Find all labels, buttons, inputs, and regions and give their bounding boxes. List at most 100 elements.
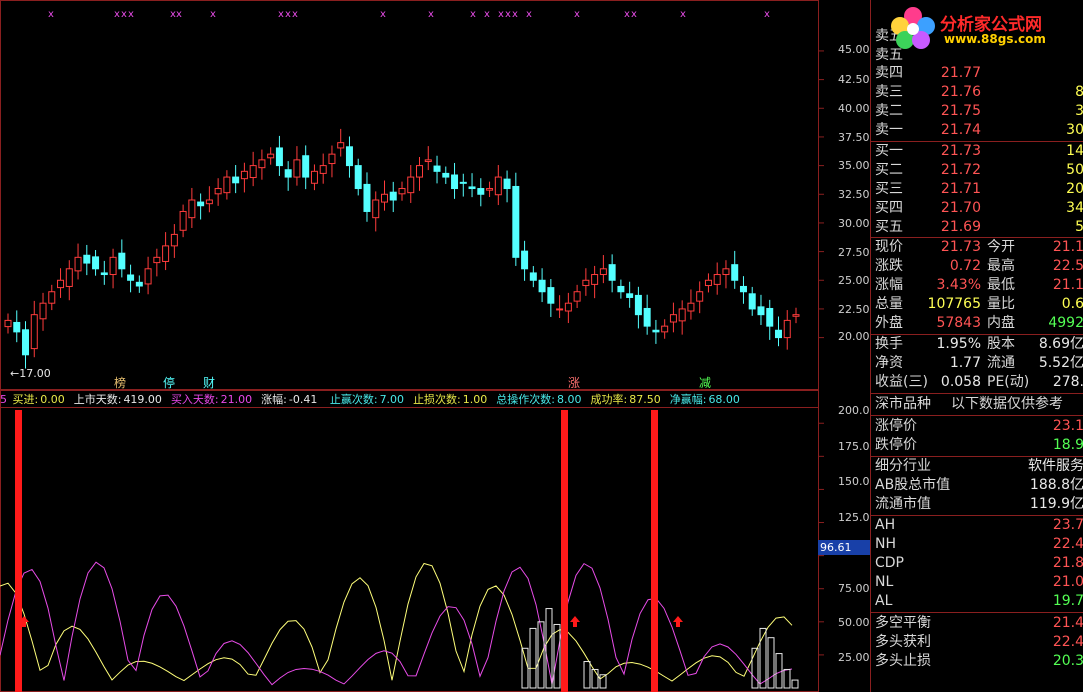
info-mark[interactable]: x — [512, 9, 518, 20]
info-mark[interactable]: x — [48, 9, 54, 20]
buy-row[interactable]: 买一 21.73 14 — [873, 142, 1083, 161]
industry-row: 细分行业 软件服务 — [873, 457, 1083, 476]
info-mark[interactable]: x — [128, 9, 134, 20]
netwin-label: 净赢幅: — [669, 393, 707, 406]
buy-label: 买五 — [875, 219, 903, 235]
quote-value: 0.72 — [949, 258, 981, 274]
info-mark[interactable]: x — [484, 9, 490, 20]
divider — [871, 415, 1083, 416]
candle-body — [494, 176, 502, 196]
event-marker[interactable]: 财 — [203, 377, 215, 389]
info-mark[interactable]: x — [624, 9, 630, 20]
candle-body — [4, 319, 12, 328]
industry-label: 细分行业 — [875, 458, 931, 474]
candle-body — [433, 165, 441, 172]
success-value: 87.50 — [629, 393, 661, 406]
buy-value: 0.00 — [40, 393, 65, 406]
indicator-axis-tick: 150.0 — [838, 475, 870, 488]
fundamental-value: 1.77 — [949, 355, 981, 371]
site-logo[interactable]: 分析家公式网 www.88gs.com — [880, 2, 1083, 52]
info-mark[interactable]: x — [278, 9, 284, 20]
ab-cap-label: AB股总市值 — [875, 477, 951, 493]
buy-row[interactable]: 买四 21.70 34 — [873, 199, 1083, 218]
quote-label: 内盘 — [987, 315, 1015, 331]
sell-row[interactable]: 卖四 21.77 — [873, 64, 1083, 83]
candle-body — [65, 268, 73, 287]
info-mark[interactable]: x — [285, 9, 291, 20]
longshort-row: 多头获利 22.4 — [873, 633, 1083, 652]
quote-row: 涨跌 0.72 最高 22.5 — [873, 257, 1083, 276]
candle-body — [424, 159, 432, 162]
info-mark[interactable]: x — [680, 9, 686, 20]
candle-body — [669, 314, 677, 323]
info-mark[interactable]: x — [505, 9, 511, 20]
info-mark[interactable]: x — [574, 9, 580, 20]
candle-body — [345, 146, 353, 167]
level-value: 23.7 — [1052, 517, 1083, 533]
info-mark[interactable]: x — [210, 9, 216, 20]
histogram-bar — [791, 679, 799, 689]
buy-price: 21.73 — [940, 143, 981, 159]
event-marker[interactable]: 涨 — [568, 377, 580, 389]
info-mark[interactable]: x — [764, 9, 770, 20]
limit-down-label: 跌停价 — [875, 437, 917, 453]
candle-body — [310, 170, 318, 184]
price-axis-tick: 30.00 — [838, 217, 870, 230]
buy-row[interactable]: 买二 21.72 50 — [873, 161, 1083, 180]
quote-row: 外盘 57843 内盘 4992 — [873, 314, 1083, 333]
ab-cap-value: 188.8亿 — [1029, 477, 1083, 493]
event-marker[interactable]: 减 — [699, 377, 711, 389]
candle-body — [774, 329, 782, 339]
candle-body — [704, 279, 712, 287]
info-mark[interactable]: x — [380, 9, 386, 20]
info-mark[interactable]: x — [114, 9, 120, 20]
kline-chart-area[interactable] — [0, 0, 870, 692]
event-marker[interactable]: 榜 — [114, 377, 126, 389]
info-mark[interactable]: x — [498, 9, 504, 20]
logo-url: www.88gs.com — [944, 32, 1046, 46]
sell-row[interactable]: 卖二 21.75 3 — [873, 102, 1083, 121]
candle-body — [214, 188, 222, 195]
candle-body — [398, 188, 406, 195]
buy-row[interactable]: 买三 21.71 20 — [873, 180, 1083, 199]
price-pane-frame — [0, 0, 819, 390]
quote-value: 22.5 — [1052, 258, 1083, 274]
candle-body — [792, 314, 800, 317]
histogram-bar — [751, 647, 759, 689]
fundamental-value: 0.058 — [940, 374, 981, 390]
info-mark[interactable]: x — [176, 9, 182, 20]
longshort-label: 多头获利 — [875, 634, 931, 650]
histogram-bar — [783, 668, 791, 689]
candle-body — [328, 153, 336, 165]
fundamental-label: 流通 — [987, 355, 1015, 371]
market-info-header[interactable]: 深市品种 以下数据仅供参考 — [873, 395, 1083, 414]
candle-body — [538, 279, 546, 293]
ops-value: 8.00 — [557, 393, 582, 406]
info-mark[interactable]: x — [526, 9, 532, 20]
candle-body — [731, 264, 739, 281]
info-mark[interactable]: x — [121, 9, 127, 20]
sell-row[interactable]: 卖一 21.74 30 — [873, 121, 1083, 140]
buy-row[interactable]: 买五 21.69 5 — [873, 218, 1083, 237]
candle-body — [372, 199, 380, 219]
market-type-label: 深市品种 — [875, 396, 931, 412]
sell-label: 卖一 — [875, 122, 903, 138]
candle-body — [626, 293, 634, 298]
sell-label: 卖三 — [875, 84, 903, 100]
quote-label: 最高 — [987, 258, 1015, 274]
sell-row[interactable]: 卖三 21.76 8 — [873, 83, 1083, 102]
sell-label: 卖四 — [875, 65, 903, 81]
info-mark[interactable]: x — [631, 9, 637, 20]
sell-volume: 3 — [1075, 103, 1083, 119]
info-mark[interactable]: x — [470, 9, 476, 20]
candle-body — [319, 165, 327, 174]
info-mark[interactable]: x — [428, 9, 434, 20]
limit-up-row: 涨停价 23.1 — [873, 417, 1083, 436]
buy-volume: 5 — [1075, 219, 1083, 235]
sell-price: 21.74 — [940, 122, 981, 138]
event-marker[interactable]: 停 — [163, 377, 175, 389]
price-axis-tick: 45.00 — [838, 43, 870, 56]
indicator-axis-tick: 25.00 — [838, 651, 870, 664]
kline-svg[interactable] — [0, 0, 870, 692]
info-mark[interactable]: x — [292, 9, 298, 20]
